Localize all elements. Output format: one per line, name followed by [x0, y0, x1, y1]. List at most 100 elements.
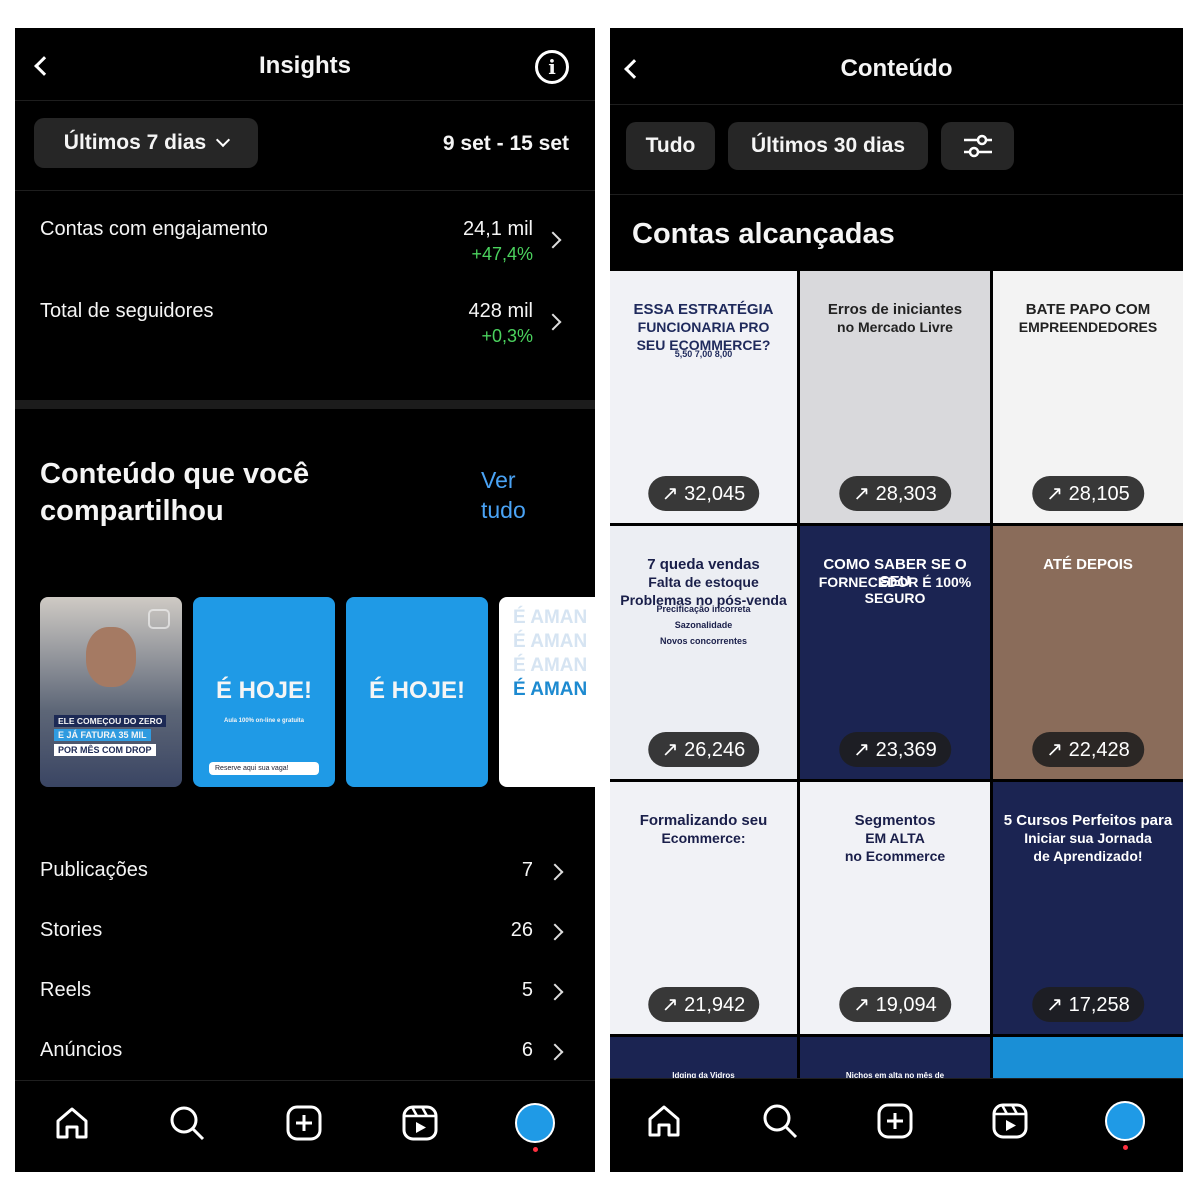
thumb-headline: É HOJE! — [368, 677, 466, 704]
divider — [610, 104, 1183, 105]
reach-badge: ↗ 26,246 — [647, 732, 760, 767]
content-grid-item[interactable]: 7 queda vendas Falta de estoque Problemas … — [610, 526, 797, 779]
content-grid-item[interactable]: BATE PAPO COM EMPREENDEDORES ↗ 28,105 — [993, 271, 1183, 523]
create-icon[interactable] — [875, 1101, 915, 1141]
notification-dot — [1123, 1145, 1128, 1150]
metric-value: 24,1 mil — [462, 218, 533, 240]
reach-count: 32,045 — [684, 483, 746, 505]
info-icon[interactable]: i — [535, 50, 569, 84]
grid-item-text: Precificação incorreta — [656, 604, 751, 614]
chevron-down-icon — [216, 132, 231, 148]
grid-item-text: ATÉ DEPOIS — [1043, 556, 1133, 573]
reach-badge: ↗ 28,303 — [839, 476, 951, 511]
list-count: 26 — [510, 919, 533, 941]
content-thumbnail[interactable]: ELE COMEÇOU DO ZERO E JÁ FATURA 35 MIL P… — [40, 597, 182, 787]
reach-count: 22,428 — [1068, 739, 1130, 761]
sliders-icon[interactable] — [941, 122, 1014, 170]
reach-count: 28,105 — [1068, 483, 1130, 505]
insights-screen: Insights i Últimos 7 dias 9 set - 15 set… — [15, 28, 595, 1172]
grid-item-text: EMPREENDEDORES — [1018, 319, 1158, 335]
trending-up-icon: ↗ — [661, 739, 685, 761]
thumb-text: POR MÊS COM DROP — [54, 744, 156, 756]
create-icon[interactable] — [284, 1103, 324, 1143]
grid-item-text: BATE PAPO COM — [1025, 301, 1151, 318]
section-divider — [15, 400, 595, 409]
home-icon[interactable] — [52, 1103, 92, 1143]
grid-item-text: no Mercado Livre — [837, 319, 953, 335]
trending-up-icon: ↗ — [853, 739, 876, 761]
grid-item-text: FUNCIONARIA PRO — [637, 319, 770, 335]
type-filter-chip[interactable]: Tudo — [626, 122, 715, 170]
content-thumbnail[interactable]: É HOJE! — [346, 597, 488, 787]
list-label: Anúncios — [40, 1039, 123, 1061]
trending-up-icon: ↗ — [853, 483, 876, 505]
search-icon[interactable] — [167, 1103, 207, 1143]
reels-icon[interactable] — [400, 1103, 440, 1143]
grid-item-text: Iniciar sua Jornada — [1024, 830, 1152, 846]
profile-avatar[interactable] — [515, 1103, 555, 1143]
grid-item-text: Segmentos — [854, 812, 936, 829]
grid-item-text: 5 Cursos Perfeitos para — [1003, 812, 1173, 829]
period-dropdown[interactable]: Últimos 7 dias — [34, 118, 258, 168]
content-grid-item[interactable]: Erros de iniciantes no Mercado Livre ↗ 28,… — [800, 271, 990, 523]
trending-up-icon: ↗ — [853, 994, 876, 1016]
metric-change: +0,3% — [481, 326, 533, 346]
content-thumbnail[interactable]: É HOJE! Aula 100% on-line e gratuita Res… — [193, 597, 335, 787]
content-grid-item[interactable]: Idging da Vidros — [610, 1037, 797, 1078]
divider — [610, 194, 1183, 195]
thumb-text: É AMAN — [513, 679, 588, 700]
period-filter-chip[interactable]: Últimos 30 dias — [728, 122, 928, 170]
list-label: Reels — [40, 979, 92, 1001]
content-grid-item[interactable]: Nichos em alta no mês de — [800, 1037, 990, 1078]
metric-value: 428 mil — [468, 300, 533, 322]
list-label: Publicações — [40, 859, 148, 881]
content-grid-item[interactable]: ATÉ DEPOIS ↗ 22,428 — [993, 526, 1183, 779]
content-grid-item[interactable]: ESSA ESTRATÉGIA FUNCIONARIA PRO SEU ECOMME… — [610, 271, 797, 523]
home-icon[interactable] — [644, 1101, 684, 1141]
grid-item-text: Nichos em alta no mês de — [845, 1071, 945, 1078]
grid-item-text: Ecommerce: — [661, 830, 746, 846]
chevron-right-icon — [546, 1043, 564, 1061]
thumb-text: E JÁ FATURA 35 MIL — [54, 729, 151, 741]
content-grid-item[interactable]: Formalizando seu Ecommerce: ↗ 21,942 — [610, 782, 797, 1034]
divider — [15, 190, 595, 191]
grid-item-text: no Ecommerce — [844, 848, 946, 864]
grid-item-text: Falta de estoque — [648, 574, 759, 590]
grid-item-text: 5,50 7,00 8,00 — [674, 349, 733, 359]
reach-count: 19,094 — [875, 994, 937, 1016]
list-count: 7 — [521, 859, 533, 881]
thumb-text: É AMAN — [513, 607, 588, 628]
see-all-link[interactable]: Ver tudo — [481, 465, 541, 525]
content-screen: Conteúdo Tudo Últimos 30 dias Contas alc… — [610, 28, 1183, 1172]
content-grid-item[interactable]: 5 Cursos Perfeitos para Iniciar sua Jorna… — [993, 782, 1183, 1034]
profile-avatar[interactable] — [1105, 1101, 1145, 1141]
divider — [15, 100, 595, 101]
reach-badge: ↗ 23,369 — [839, 732, 951, 767]
person-image — [86, 627, 136, 687]
search-icon[interactable] — [760, 1101, 800, 1141]
list-label: Stories — [40, 919, 103, 941]
reels-icon — [148, 609, 170, 629]
reach-badge: ↗ 32,045 — [647, 476, 760, 511]
section-title: Conteúdo que você compartilhou — [40, 458, 310, 527]
bottom-nav — [610, 1078, 1183, 1172]
reach-count: 21,942 — [684, 994, 746, 1016]
reach-count: 28,303 — [875, 483, 937, 505]
trending-up-icon: ↗ — [1046, 483, 1069, 505]
reach-badge: ↗ 22,428 — [1032, 732, 1144, 767]
reels-icon[interactable] — [990, 1101, 1030, 1141]
grid-item-text: de Aprendizado! — [1033, 848, 1143, 864]
list-count: 5 — [521, 979, 533, 1001]
content-thumbnail[interactable]: É AMAN É AMAN É AMAN É AMAN — [499, 597, 595, 787]
date-range: 9 set - 15 set — [442, 132, 569, 155]
reach-count: 23,369 — [875, 739, 937, 761]
trending-up-icon: ↗ — [661, 994, 685, 1016]
content-grid-item[interactable]: COMO SABER SE O SEU FORNECEDOR É 100% SEG… — [800, 526, 990, 779]
thumb-text: É AMAN — [513, 655, 588, 676]
content-grid-item[interactable] — [993, 1037, 1183, 1078]
grid-item-text: ESSA ESTRATÉGIA — [633, 301, 774, 318]
reach-badge: ↗ 19,094 — [839, 987, 951, 1022]
grid-item-text: Novos concorrentes — [659, 636, 748, 646]
page-title: Conteúdo — [840, 55, 953, 82]
content-grid-item[interactable]: Segmentos EM ALTA no Ecommerce ↗ 19,094 — [800, 782, 990, 1034]
